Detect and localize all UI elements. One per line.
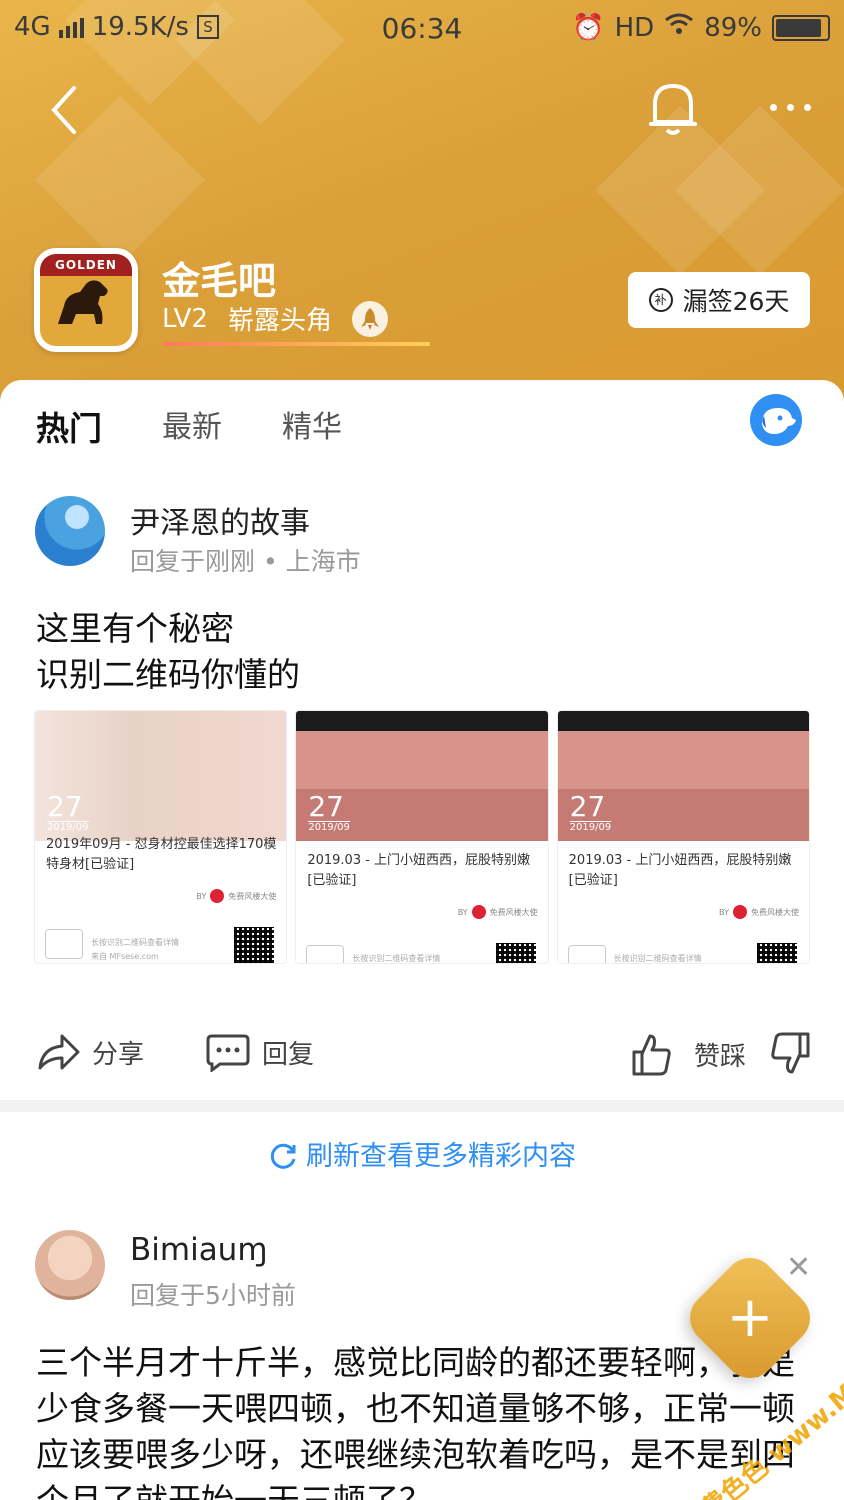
forum-level: LV2 崭露头角 xyxy=(162,300,388,337)
wifi-icon xyxy=(664,12,694,43)
card-month: 2019/09 xyxy=(47,822,89,833)
hd-label: HD xyxy=(614,12,655,43)
refresh-more-button[interactable]: 刷新查看更多精彩内容 xyxy=(0,1134,844,1173)
reply-label: 回复 xyxy=(262,1039,315,1070)
refresh-label: 刷新查看更多精彩内容 xyxy=(306,1141,576,1172)
create-post-button[interactable]: + xyxy=(679,1247,821,1389)
level-progress-bar xyxy=(162,342,430,346)
section-divider xyxy=(0,1100,844,1112)
card-day: 27 xyxy=(308,793,350,822)
plus-icon: + xyxy=(726,1285,774,1350)
fingerprint-icon xyxy=(306,945,345,963)
post-image[interactable]: 27 2019/09 2019.03 - 上门小妞西西，屁股特别嫩[已验证] BY… xyxy=(556,710,810,964)
post-actions: 分享 回复 赞踩 xyxy=(0,1020,844,1090)
card-footer: 长按识别二维码查看详情 xyxy=(91,938,179,947)
rocket-icon xyxy=(351,300,388,337)
thumbs-up-icon[interactable] xyxy=(632,1032,672,1076)
qr-code-icon xyxy=(495,943,536,963)
card-month: 2019/09 xyxy=(308,822,350,833)
bell-icon[interactable] xyxy=(645,78,701,138)
post-username[interactable]: 尹泽恩的故事 xyxy=(130,498,310,542)
feed-tabs: 热门 最新 精华 xyxy=(36,402,342,450)
thumbs-down-icon[interactable] xyxy=(770,1032,810,1076)
post-image-grid: 27 2019/09 2019年09月 - 怼身材控最佳选择170模特身材[已验证… xyxy=(34,710,810,964)
card-footer-source: 来自 MFsese.com xyxy=(91,952,159,961)
post-text-line: 这里有个秘密 xyxy=(36,609,234,648)
forum-header: 4G 19.5K/s S 06:34 ⏰ HD 89% GOLDEN 金毛吧 L… xyxy=(0,0,844,420)
photo: 27 2019/09 xyxy=(557,711,809,841)
make-up-sign-icon: 补 xyxy=(648,288,673,312)
share-icon xyxy=(38,1034,80,1070)
status-bar: 4G 19.5K/s S 06:34 ⏰ HD 89% xyxy=(0,0,844,58)
qr-code-icon xyxy=(234,927,275,963)
reply-button[interactable]: 回复 xyxy=(206,1032,314,1072)
card-day: 27 xyxy=(569,793,612,822)
card-caption: 2019.03 - 上门小妞西西，屁股特别嫩[已验证] xyxy=(568,853,792,888)
battery-icon xyxy=(772,14,830,41)
post-image[interactable]: 27 2019/09 2019.03 - 上门小妞西西，屁股特别嫩[已验证] BY… xyxy=(295,710,549,964)
photo: 27 2019/09 xyxy=(35,711,287,841)
fingerprint-icon xyxy=(567,945,606,963)
post-username[interactable]: Bimiauɱ xyxy=(130,1232,268,1268)
card-author-name: 免费风楼大使 xyxy=(750,907,799,917)
card-author: BY 免费风楼大使 xyxy=(196,889,276,903)
post-meta: 回复于5小时前 xyxy=(130,1281,296,1310)
forum-name: 金毛吧 xyxy=(162,259,277,303)
post-image[interactable]: 27 2019/09 2019年09月 - 怼身材控最佳选择170模特身材[已验证… xyxy=(34,710,288,964)
back-button[interactable] xyxy=(40,80,90,140)
tab-hot[interactable]: 热门 xyxy=(36,402,102,450)
level-label: LV2 xyxy=(162,303,208,334)
dog-mascot-icon[interactable] xyxy=(750,394,802,446)
card-author: BY 免费风楼大使 xyxy=(458,905,538,919)
card-day: 27 xyxy=(47,793,89,822)
share-label: 分享 xyxy=(92,1039,145,1070)
card-footer: 长按识别二维码查看详情 xyxy=(613,954,702,963)
card-author: BY 免费风楼大使 xyxy=(719,905,799,919)
avatar[interactable] xyxy=(35,496,105,566)
dog-silhouette-icon xyxy=(58,280,108,324)
vote-label: 赞踩 xyxy=(694,1041,747,1072)
refresh-icon xyxy=(270,1143,296,1169)
level-title: 崭露头角 xyxy=(227,306,332,336)
avatar[interactable] xyxy=(35,1230,105,1300)
sign-label: 漏签26天 xyxy=(682,287,790,316)
card-footer: 长按识别二维码查看详情 xyxy=(352,954,441,963)
fingerprint-icon xyxy=(45,929,83,959)
alarm-icon: ⏰ xyxy=(572,12,605,43)
battery-percent: 89% xyxy=(704,12,762,43)
card-caption: 2019.03 - 上门小妞西西，屁股特别嫩[已验证] xyxy=(307,853,531,888)
photo: 27 2019/09 xyxy=(296,711,548,841)
card-author-name: 免费风楼大使 xyxy=(489,907,538,917)
post-meta: 回复于刚刚 • 上海市 xyxy=(130,547,361,576)
post-body[interactable]: 这里有个秘密 识别二维码你懂的 xyxy=(36,606,300,698)
share-button[interactable]: 分享 xyxy=(36,1032,144,1072)
comment-icon xyxy=(206,1034,250,1072)
card-month: 2019/09 xyxy=(569,822,612,833)
vote-group: 赞踩 xyxy=(632,1032,810,1076)
more-icon[interactable] xyxy=(760,92,820,122)
card-caption: 2019年09月 - 怼身材控最佳选择170模特身材[已验证] xyxy=(46,837,277,872)
forum-avatar[interactable]: GOLDEN xyxy=(34,248,138,352)
tab-latest[interactable]: 最新 xyxy=(162,402,222,450)
card-author-name: 免费风楼大使 xyxy=(228,891,277,901)
post-text-line: 识别二维码你懂的 xyxy=(36,655,300,694)
qr-code-icon xyxy=(756,943,797,963)
sign-in-button[interactable]: 补 漏签26天 xyxy=(628,272,810,328)
tab-featured[interactable]: 精华 xyxy=(282,402,342,450)
